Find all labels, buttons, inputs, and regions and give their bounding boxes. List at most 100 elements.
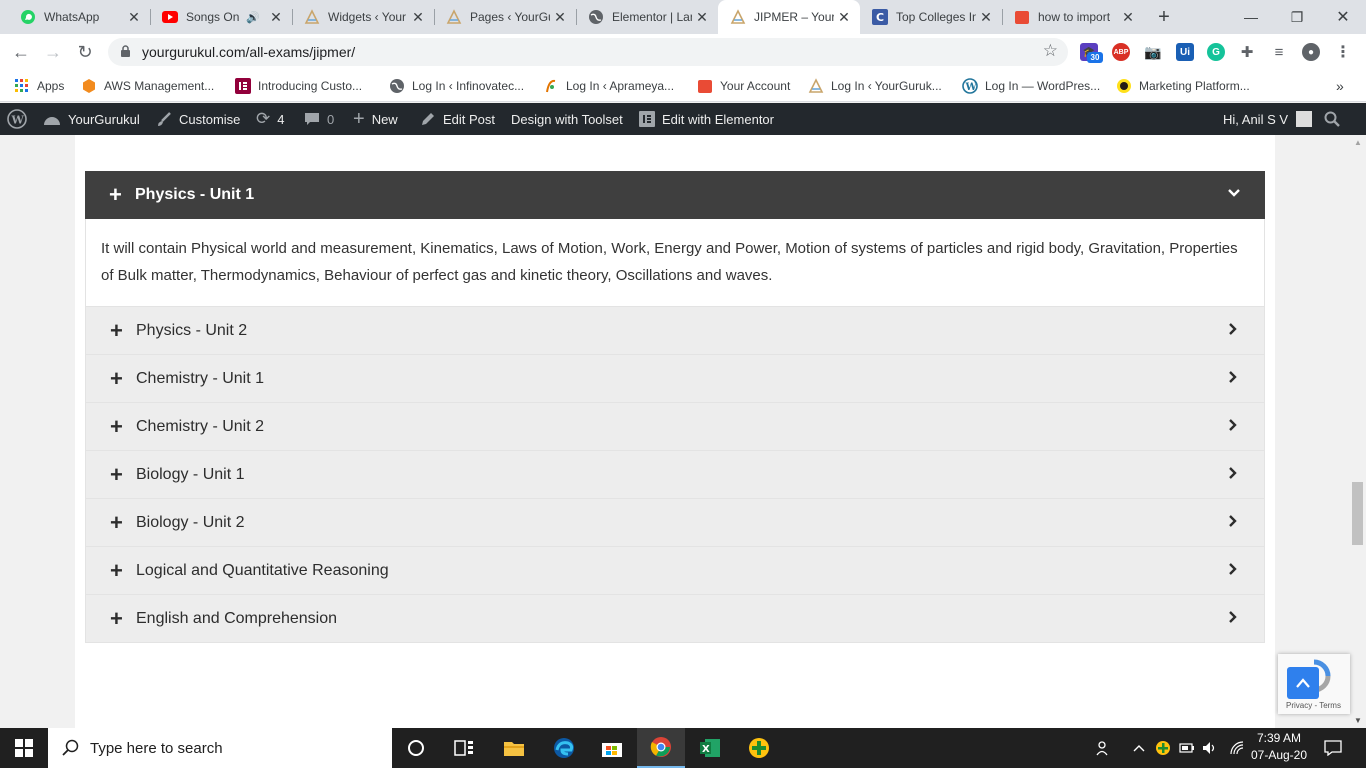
adminbar-edit-post[interactable]: Edit Post [420,103,495,135]
edge-icon[interactable] [540,728,588,768]
tab-pages[interactable]: Pages ‹ YourGu ✕ [434,0,577,34]
camera-icon[interactable]: 📷 [1144,43,1162,61]
tab-title: how to import [1038,10,1111,24]
tab-whatsapp[interactable]: WhatsApp ✕ [8,0,151,34]
pencil-icon [420,111,436,127]
adminbar-elementor[interactable]: Edit with Elementor [639,103,774,135]
accordion-item: + Logical and Quantitative Reasoning [85,547,1265,595]
cortana-button[interactable] [392,728,440,768]
accordion-item-open: + Physics - Unit 1 It will contain Physi… [85,171,1265,307]
accordion-header-biology-unit-2[interactable]: + Biology - Unit 2 [86,499,1264,546]
close-icon[interactable]: ✕ [124,7,144,27]
bookmark-wordpress[interactable]: W Log In — WordPres... [962,77,1100,95]
close-icon[interactable]: ✕ [550,7,570,27]
adminbar-toolset[interactable]: Design with Toolset [511,103,623,135]
people-icon[interactable] [1096,728,1112,768]
bookmark-your-account[interactable]: Your Account [697,77,790,95]
accordion-item: + Chemistry - Unit 1 [85,355,1265,403]
close-window-button[interactable]: ✕ [1320,0,1366,34]
accordion-item: + Biology - Unit 2 [85,499,1265,547]
recaptcha-links[interactable]: Privacy - Terms [1286,701,1341,710]
profile-avatar-icon[interactable]: ● [1302,43,1320,61]
tab-how-to-import[interactable]: how to import ✕ [1002,0,1144,34]
taskbar-search[interactable]: Type here to search [48,728,392,768]
accordion-header-physics-unit-1[interactable]: + Physics - Unit 1 [85,171,1265,219]
media-control-icon[interactable]: ≡ [1270,43,1288,61]
accordion-header-biology-unit-1[interactable]: + Biology - Unit 1 [86,451,1264,498]
plus-icon: + [110,557,123,583]
tray-plus-icon[interactable] [1155,728,1171,768]
bookmark-apps[interactable]: Apps [14,77,64,95]
whatsapp-icon [20,9,36,25]
close-icon[interactable]: ✕ [266,7,286,27]
adminbar-site-name[interactable]: YourGurukul [43,103,140,135]
adminbar-account[interactable]: Hi, Anil S V [1223,103,1313,135]
restore-button[interactable]: ❐ [1274,0,1320,34]
chrome-menu-icon[interactable]: ⋮ [1334,43,1352,61]
reload-button[interactable]: ↻ [72,39,98,65]
accordion-header-chemistry-unit-1[interactable]: + Chemistry - Unit 1 [86,355,1264,402]
excel-icon[interactable]: X [686,728,734,768]
adblock-icon[interactable]: ABP [1112,43,1130,61]
scrollbar-thumb[interactable] [1352,482,1363,545]
accordion-header-physics-unit-2[interactable]: + Physics - Unit 2 [86,307,1264,354]
task-view-button[interactable] [440,728,488,768]
tab-widgets[interactable]: Widgets ‹ Your ✕ [292,0,435,34]
accordion-header-english[interactable]: + English and Comprehension [86,595,1264,642]
accordion-header-chemistry-unit-2[interactable]: + Chemistry - Unit 2 [86,403,1264,450]
bookmark-infinovatec[interactable]: Log In ‹ Infinovatec... [389,77,524,95]
volume-icon[interactable] [1202,728,1218,768]
tab-top-colleges[interactable]: C Top Colleges In ✕ [860,0,1003,34]
adminbar-updates[interactable]: ⟳ 4 [256,103,284,135]
scroll-to-top-button[interactable] [1287,667,1319,699]
new-tab-button[interactable]: + [1153,6,1175,28]
svg-text:X: X [702,744,710,755]
bookmark-aprameya[interactable]: Log In ‹ Aprameya... [543,77,674,95]
ui-extension-icon[interactable]: Ui [1176,43,1194,61]
close-icon[interactable]: ✕ [834,7,854,27]
tab-songs[interactable]: Songs On 🔊 ✕ [150,0,293,34]
plus-app-icon[interactable] [735,728,783,768]
back-button[interactable]: ← [8,39,34,65]
close-icon[interactable]: ✕ [692,7,712,27]
adminbar-comments[interactable]: 0 [304,103,334,135]
address-bar[interactable]: yourgurukul.com/all-exams/jipmer/ ☆ [108,38,1068,66]
adminbar-new[interactable]: + New [353,103,398,135]
close-icon[interactable]: ✕ [976,7,996,27]
chrome-taskbar-icon[interactable] [637,728,685,768]
bookmark-marketing[interactable]: Marketing Platform... [1116,77,1250,95]
minimize-button[interactable]: — [1228,0,1274,34]
more-bookmarks-icon[interactable]: » [1336,77,1344,95]
page-scrollbar[interactable]: ▲ ▼ [1350,135,1366,728]
accordion-header-logical-reasoning[interactable]: + Logical and Quantitative Reasoning [86,547,1264,594]
youtube-icon [162,9,178,25]
forward-button[interactable]: → [40,39,66,65]
taskbar-clock[interactable]: 7:39 AM 07-Aug-20 [1244,730,1314,764]
bookmark-introducing[interactable]: Introducing Custo... [235,77,362,95]
bookmark-yourgurukul[interactable]: Log In ‹ YourGuruk... [808,77,942,95]
adminbar-customise[interactable]: Customise [156,103,240,135]
wifi-icon[interactable] [1229,728,1245,768]
tray-chevron-up-icon[interactable] [1133,728,1145,768]
store-icon[interactable] [588,728,636,768]
extensions-puzzle-icon[interactable]: ✚ [1238,43,1256,61]
battery-icon[interactable] [1179,728,1195,768]
audio-playing-icon[interactable]: 🔊 [246,11,260,24]
lock-icon[interactable] [120,45,131,63]
url-text[interactable]: yourgurukul.com/all-exams/jipmer/ [142,44,355,60]
tab-jipmer[interactable]: JIPMER – Your ✕ [718,0,860,34]
notifications-icon[interactable] [1324,728,1342,768]
grammarly-icon[interactable]: G [1207,43,1225,61]
file-explorer-icon[interactable] [490,728,538,768]
scroll-up-arrow-icon[interactable]: ▲ [1354,138,1362,147]
wp-logo-icon[interactable]: W [7,103,27,135]
adminbar-search-icon[interactable] [1324,103,1340,135]
close-icon[interactable]: ✕ [408,7,428,27]
start-button[interactable] [0,728,48,768]
close-icon[interactable]: ✕ [1118,7,1138,27]
bookmark-aws[interactable]: AWS Management... [81,77,214,95]
tab-elementor[interactable]: Elementor | Lan ✕ [576,0,718,34]
bookmark-star-icon[interactable]: ☆ [1043,41,1058,61]
scroll-down-arrow-icon[interactable]: ▼ [1354,716,1362,725]
tab-strip: WhatsApp ✕ Songs On 🔊 ✕ Widgets ‹ Your ✕… [0,0,1366,34]
